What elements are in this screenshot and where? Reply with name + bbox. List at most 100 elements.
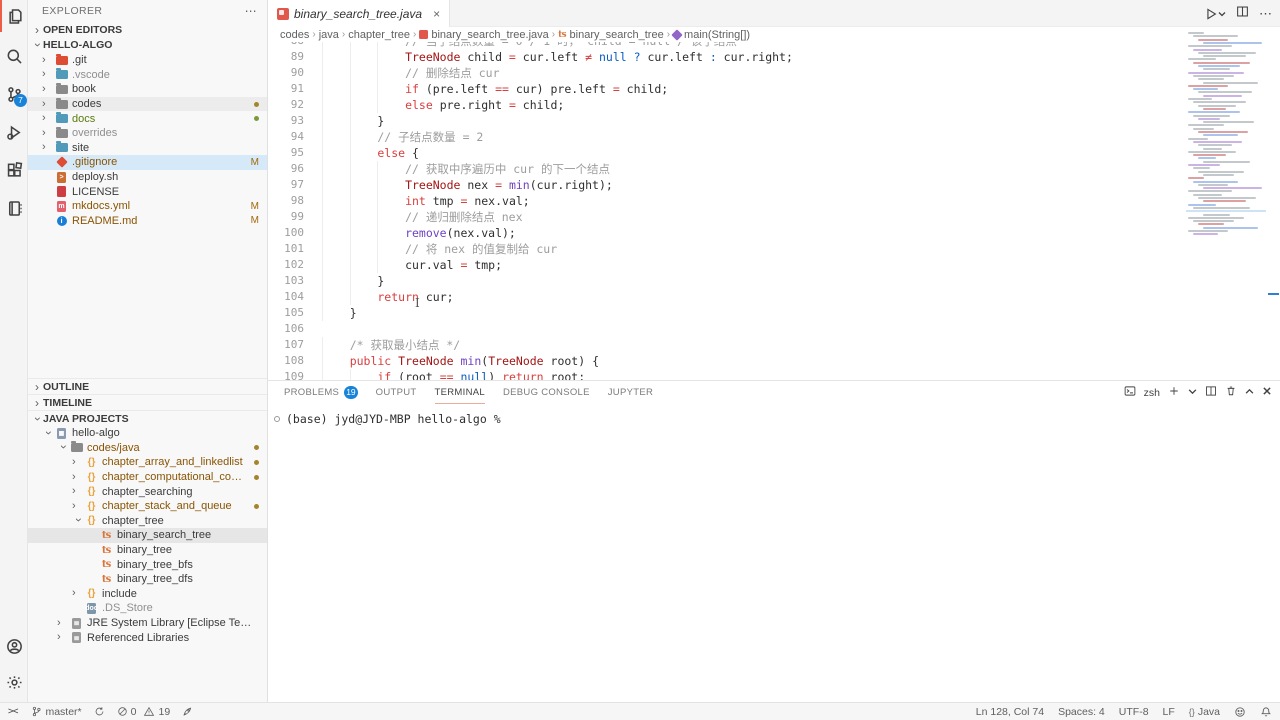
- file-row[interactable]: ›.vscode: [28, 68, 267, 83]
- java-project-row[interactable]: ›≣Referenced Libraries: [28, 630, 267, 645]
- breadcrumb-method[interactable]: main(String[]): [673, 29, 750, 41]
- code-line[interactable]: 104return cur;: [268, 289, 1186, 305]
- code-line[interactable]: 97TreeNode nex = min(cur.right);: [268, 177, 1186, 193]
- java-status-rocket-icon[interactable]: [182, 706, 193, 717]
- code-line[interactable]: 107/* 获取最小结点 */: [268, 337, 1186, 353]
- file-row[interactable]: ›site: [28, 141, 267, 156]
- java-project-row[interactable]: ʦbinary_search_tree: [28, 528, 267, 543]
- java-project-row[interactable]: ›{}include: [28, 587, 267, 602]
- code-line[interactable]: 108public TreeNode min(TreeNode root) {: [268, 353, 1186, 369]
- code-line[interactable]: 103}: [268, 273, 1186, 289]
- file-row[interactable]: ›overrides: [28, 126, 267, 141]
- java-project-row[interactable]: ›{}chapter_computational_complexity: [28, 470, 267, 485]
- git-branch-status[interactable]: master*: [31, 706, 81, 718]
- cursor-position-status[interactable]: Ln 128, Col 74: [976, 706, 1044, 718]
- code-line[interactable]: 90// 删除结点 cur: [268, 65, 1186, 81]
- maximize-panel-icon[interactable]: [1245, 387, 1254, 399]
- code-line[interactable]: 95else {: [268, 145, 1186, 161]
- java-project-row[interactable]: ʦbinary_tree_bfs: [28, 557, 267, 572]
- file-row[interactable]: ›.git: [28, 53, 267, 68]
- code-line[interactable]: 89TreeNode child = cur.left ≠ null ? cur…: [268, 49, 1186, 65]
- terminal-dropdown-icon[interactable]: [1188, 387, 1197, 399]
- breadcrumb-class[interactable]: ʦ binary_search_tree: [558, 29, 664, 41]
- settings-gear-icon[interactable]: [0, 666, 28, 698]
- java-project-row[interactable]: doc.DS_Store: [28, 601, 267, 616]
- file-row[interactable]: ›book: [28, 82, 267, 97]
- code-line[interactable]: 92else pre.right = child;: [268, 97, 1186, 113]
- java-project-row[interactable]: ›{}chapter_searching: [28, 484, 267, 499]
- open-editors-section[interactable]: › OPEN EDITORS: [28, 22, 267, 37]
- feedback-smiley-icon[interactable]: [1234, 706, 1246, 718]
- run-debug-icon[interactable]: [0, 116, 28, 148]
- panel-tab-terminal[interactable]: TERMINAL: [435, 381, 485, 404]
- account-icon[interactable]: [0, 630, 28, 662]
- file-row[interactable]: >deploy.sh: [28, 170, 267, 185]
- panel-tab-output[interactable]: OUTPUT: [376, 381, 417, 404]
- notebook-icon[interactable]: [0, 192, 28, 224]
- encoding-status[interactable]: UTF-8: [1119, 706, 1149, 718]
- java-project-row[interactable]: ʦbinary_tree: [28, 543, 267, 558]
- breadcrumb-chapter-tree[interactable]: chapter_tree: [348, 29, 410, 41]
- code-line[interactable]: 94// 子结点数量 = 2: [268, 129, 1186, 145]
- views-more-icon[interactable]: ⋯: [245, 4, 257, 18]
- split-editor-icon[interactable]: [1236, 5, 1249, 23]
- timeline-section[interactable]: › TIMELINE: [28, 394, 267, 410]
- java-projects-section[interactable]: › JAVA PROJECTS: [28, 410, 267, 426]
- search-icon[interactable]: [0, 40, 28, 72]
- new-terminal-icon[interactable]: [1168, 385, 1180, 400]
- minimap[interactable]: [1186, 28, 1266, 380]
- file-row[interactable]: ›codes: [28, 97, 267, 112]
- file-row[interactable]: LICENSE: [28, 184, 267, 199]
- file-row[interactable]: .gitignoreM: [28, 155, 267, 170]
- code-line[interactable]: 93}: [268, 113, 1186, 129]
- code-line[interactable]: 109if (root == null) return root;: [268, 369, 1186, 380]
- kill-terminal-icon[interactable]: [1225, 385, 1237, 400]
- code-line[interactable]: 96// 获取中序遍历中 cur 的下一个结点: [268, 161, 1186, 177]
- split-terminal-icon[interactable]: [1205, 385, 1217, 400]
- extensions-icon[interactable]: [0, 154, 28, 186]
- file-row[interactable]: iREADME.mdM: [28, 214, 267, 229]
- tab-close-icon[interactable]: ×: [433, 7, 440, 21]
- code-line[interactable]: 98int tmp = nex.val;: [268, 193, 1186, 209]
- java-project-row[interactable]: ›≣JRE System Library [Eclipse Temurin 17…: [28, 616, 267, 631]
- indentation-status[interactable]: Spaces: 4: [1058, 706, 1105, 718]
- close-panel-icon[interactable]: [1262, 386, 1272, 399]
- sync-icon[interactable]: [94, 706, 105, 717]
- panel-tab-jupyter[interactable]: JUPYTER: [608, 381, 653, 404]
- root-folder-section[interactable]: › HELLO-ALGO: [28, 37, 267, 53]
- code-line[interactable]: 88// 当子结点数量 = 0 / 1 时， child = null / 该子…: [268, 42, 1186, 49]
- panel-tab-debug-console[interactable]: DEBUG CONSOLE: [503, 381, 590, 404]
- java-project-row[interactable]: ›{}chapter_array_and_linkedlist: [28, 455, 267, 470]
- breadcrumb-file[interactable]: binary_search_tree.java: [419, 29, 548, 41]
- remote-indicator[interactable]: ><: [8, 706, 17, 717]
- eol-status[interactable]: LF: [1163, 706, 1175, 718]
- breadcrumb-java[interactable]: java: [319, 29, 339, 41]
- language-mode-status[interactable]: {} Java: [1189, 706, 1220, 718]
- breadcrumb-codes[interactable]: codes: [280, 29, 309, 41]
- java-project-row[interactable]: ›▦hello-algo: [28, 426, 267, 441]
- code-line[interactable]: 99// 递归删除结点 nex: [268, 209, 1186, 225]
- java-project-row[interactable]: ›codes/java: [28, 441, 267, 456]
- run-java-button[interactable]: [1204, 7, 1226, 21]
- code-line[interactable]: 102cur.val = tmp;: [268, 257, 1186, 273]
- java-project-row[interactable]: ʦbinary_tree_dfs: [28, 572, 267, 587]
- tab-binary-search-tree[interactable]: binary_search_tree.java ×: [268, 0, 450, 27]
- code-line[interactable]: 106: [268, 321, 1186, 337]
- editor-more-actions-icon[interactable]: ⋯: [1259, 6, 1272, 22]
- explorer-icon[interactable]: [0, 0, 28, 32]
- java-project-row[interactable]: ›{}chapter_stack_and_queue: [28, 499, 267, 514]
- code-editor[interactable]: 88// 当子结点数量 = 0 / 1 时， child = null / 该子…: [268, 42, 1186, 380]
- code-line[interactable]: 101// 将 nex 的值复制给 cur: [268, 241, 1186, 257]
- code-line[interactable]: 100remove(nex.val);: [268, 225, 1186, 241]
- panel-tab-problems[interactable]: PROBLEMS19: [284, 381, 358, 404]
- problems-status[interactable]: 0 19: [117, 706, 171, 718]
- code-line[interactable]: 105}: [268, 305, 1186, 321]
- code-line[interactable]: 91if (pre.left == cur) pre.left = child;: [268, 81, 1186, 97]
- outline-section[interactable]: › OUTLINE: [28, 378, 267, 394]
- notifications-bell-icon[interactable]: [1260, 706, 1272, 718]
- terminal-content[interactable]: (base) jyd@JYD-MBP hello-algo %: [268, 404, 1280, 426]
- source-control-icon[interactable]: 7: [0, 78, 28, 110]
- overview-ruler[interactable]: [1266, 28, 1280, 380]
- java-project-row[interactable]: ›{}chapter_tree: [28, 514, 267, 529]
- file-row[interactable]: ›docs: [28, 111, 267, 126]
